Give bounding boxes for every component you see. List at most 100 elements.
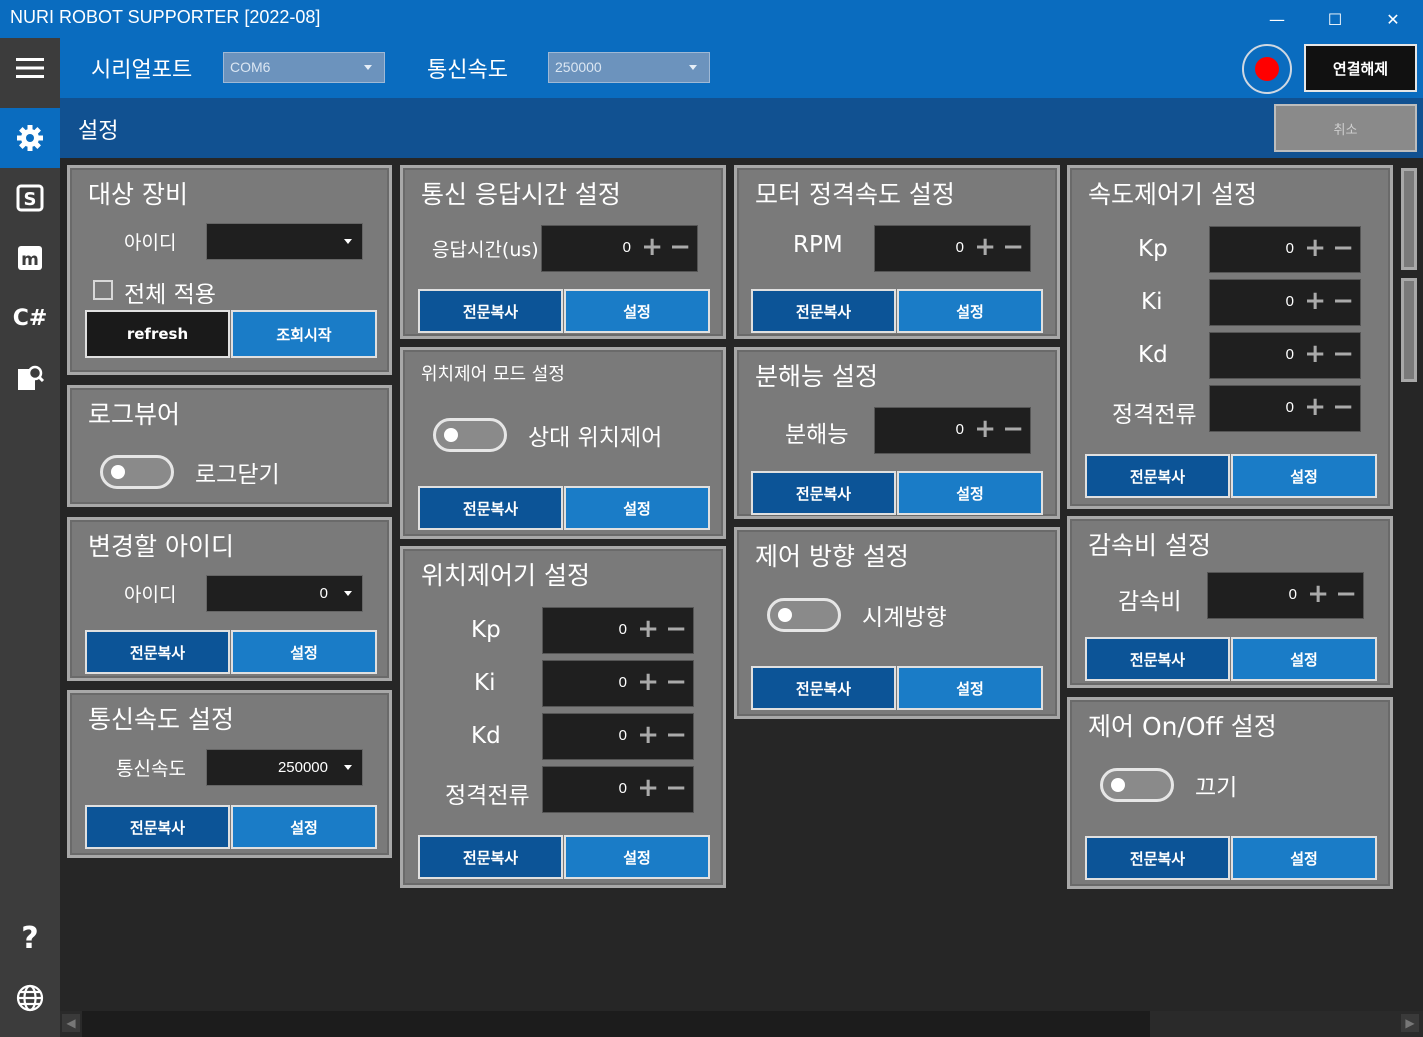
app-window: NURI ROBOT SUPPORTER [2022-08] — ☐ ✕ 시리얼…	[0, 0, 1423, 1037]
baud-rate-select[interactable]: 250000	[548, 52, 710, 83]
copy-button[interactable]: 전문복사	[1085, 454, 1230, 498]
minus-icon[interactable]: −	[1002, 232, 1024, 262]
minus-icon[interactable]: −	[665, 773, 687, 803]
rpm-stepper[interactable]: 0 + −	[874, 225, 1031, 272]
response-time-stepper[interactable]: 0 + −	[541, 225, 698, 272]
log-close-toggle[interactable]	[100, 455, 174, 489]
minimize-button[interactable]: —	[1248, 0, 1306, 38]
minus-icon[interactable]: −	[665, 667, 687, 697]
cancel-button[interactable]: 취소	[1274, 104, 1417, 152]
copy-button[interactable]: 전문복사	[751, 666, 896, 710]
copy-button[interactable]: 전문복사	[751, 471, 896, 515]
set-button[interactable]: 설정	[1231, 836, 1377, 880]
scroll-left-arrow-icon[interactable]: ◀	[62, 1014, 80, 1032]
record-button[interactable]	[1242, 44, 1292, 94]
minus-icon[interactable]: −	[665, 720, 687, 750]
panel-title: 제어 On/Off 설정	[1088, 712, 1277, 741]
ki-label: Ki	[1141, 289, 1163, 315]
close-button[interactable]: ✕	[1364, 0, 1422, 38]
sidebar-item-s[interactable]: S	[0, 168, 60, 228]
kd-stepper[interactable]: 0 + −	[1209, 332, 1361, 379]
minus-icon[interactable]: −	[1332, 286, 1354, 316]
copy-button[interactable]: 전문복사	[751, 289, 896, 333]
horizontal-scrollbar[interactable]: ◀ ▶	[60, 1011, 1423, 1037]
plus-icon[interactable]: +	[974, 232, 996, 262]
maximize-button[interactable]: ☐	[1306, 0, 1364, 38]
set-button[interactable]: 설정	[231, 630, 377, 674]
set-button[interactable]: 설정	[897, 471, 1043, 515]
baud-label: 통신속도	[116, 758, 186, 780]
copy-button[interactable]: 전문복사	[418, 289, 563, 333]
scroll-right-arrow-icon[interactable]: ▶	[1401, 1014, 1419, 1032]
plus-icon[interactable]: +	[974, 414, 996, 444]
minus-icon[interactable]: −	[1332, 233, 1354, 263]
set-button[interactable]: 설정	[564, 835, 710, 879]
minus-icon[interactable]: −	[665, 614, 687, 644]
plus-icon[interactable]: +	[637, 773, 659, 803]
sidebar-item-csharp[interactable]: C#	[0, 288, 60, 348]
apply-all-checkbox[interactable]	[93, 280, 113, 300]
resolution-stepper[interactable]: 0 + −	[874, 407, 1031, 454]
control-off-toggle[interactable]	[1100, 768, 1174, 802]
plus-icon[interactable]: +	[641, 232, 663, 262]
ki-stepper[interactable]: 0 + −	[1209, 279, 1361, 326]
minus-icon[interactable]: −	[1002, 414, 1024, 444]
plus-icon[interactable]: +	[1307, 579, 1329, 609]
set-button[interactable]: 설정	[1231, 637, 1377, 681]
plus-icon[interactable]: +	[1304, 286, 1326, 316]
copy-button[interactable]: 전문복사	[1085, 637, 1230, 681]
rated-current-label: 정격전류	[1112, 402, 1197, 428]
set-button[interactable]: 설정	[564, 486, 710, 530]
minus-icon[interactable]: −	[1332, 392, 1354, 422]
baud-rate-label: 통신속도	[427, 58, 508, 83]
serial-port-select[interactable]: COM6	[223, 52, 385, 83]
copy-button[interactable]: 전문복사	[85, 630, 230, 674]
relative-position-toggle[interactable]	[433, 418, 507, 452]
minus-icon[interactable]: −	[669, 232, 691, 262]
set-button[interactable]: 설정	[1231, 454, 1377, 498]
plus-icon[interactable]: +	[1304, 339, 1326, 369]
minus-icon[interactable]: −	[1335, 579, 1357, 609]
set-button[interactable]: 설정	[564, 289, 710, 333]
sidebar-item-language[interactable]	[0, 968, 60, 1028]
set-button[interactable]: 설정	[231, 805, 377, 849]
new-id-select[interactable]: 0	[206, 575, 363, 612]
plus-icon[interactable]: +	[1304, 233, 1326, 263]
clockwise-toggle[interactable]	[767, 598, 841, 632]
scrollbar-track[interactable]	[82, 1011, 1150, 1037]
baud-select[interactable]: 250000	[206, 749, 363, 786]
kp-stepper[interactable]: 0 + −	[1209, 226, 1361, 273]
minus-icon[interactable]: −	[1332, 339, 1354, 369]
plus-icon[interactable]: +	[637, 720, 659, 750]
ki-stepper[interactable]: 0 + −	[542, 660, 694, 707]
panel-scroll-stub[interactable]	[1401, 168, 1417, 270]
set-button[interactable]: 설정	[897, 289, 1043, 333]
copy-button[interactable]: 전문복사	[418, 835, 563, 879]
set-button[interactable]: 설정	[897, 666, 1043, 710]
copy-button[interactable]: 전문복사	[1085, 836, 1230, 880]
rated-current-stepper[interactable]: 0 + −	[1209, 385, 1361, 432]
hamburger-menu-button[interactable]	[0, 38, 60, 98]
query-start-button[interactable]: 조회시작	[231, 310, 377, 358]
panel-scroll-stub[interactable]	[1401, 278, 1417, 382]
gear-ratio-stepper[interactable]: 0 + −	[1207, 572, 1364, 619]
plus-icon[interactable]: +	[637, 667, 659, 697]
plus-icon[interactable]: +	[1304, 392, 1326, 422]
target-id-select[interactable]	[206, 223, 363, 260]
sidebar-item-help[interactable]: ?	[0, 908, 60, 968]
kp-label: Kp	[1138, 236, 1168, 262]
panel-title: 위치제어 모드 설정	[421, 364, 565, 385]
kd-stepper[interactable]: 0 + −	[542, 713, 694, 760]
sidebar-item-m[interactable]: m	[0, 228, 60, 288]
sidebar-item-settings[interactable]	[0, 108, 60, 168]
copy-button[interactable]: 전문복사	[418, 486, 563, 530]
rated-current-stepper[interactable]: 0 + −	[542, 766, 694, 813]
apply-all-label: 전체 적용	[124, 282, 216, 308]
disconnect-button[interactable]: 연결해제	[1304, 44, 1417, 92]
kp-stepper[interactable]: 0 + −	[542, 607, 694, 654]
copy-button[interactable]: 전문복사	[85, 805, 230, 849]
sidebar-item-search[interactable]	[0, 348, 60, 408]
refresh-button[interactable]: refresh	[85, 310, 230, 358]
plus-icon[interactable]: +	[637, 614, 659, 644]
title-bar: NURI ROBOT SUPPORTER [2022-08] — ☐ ✕	[0, 0, 1423, 38]
